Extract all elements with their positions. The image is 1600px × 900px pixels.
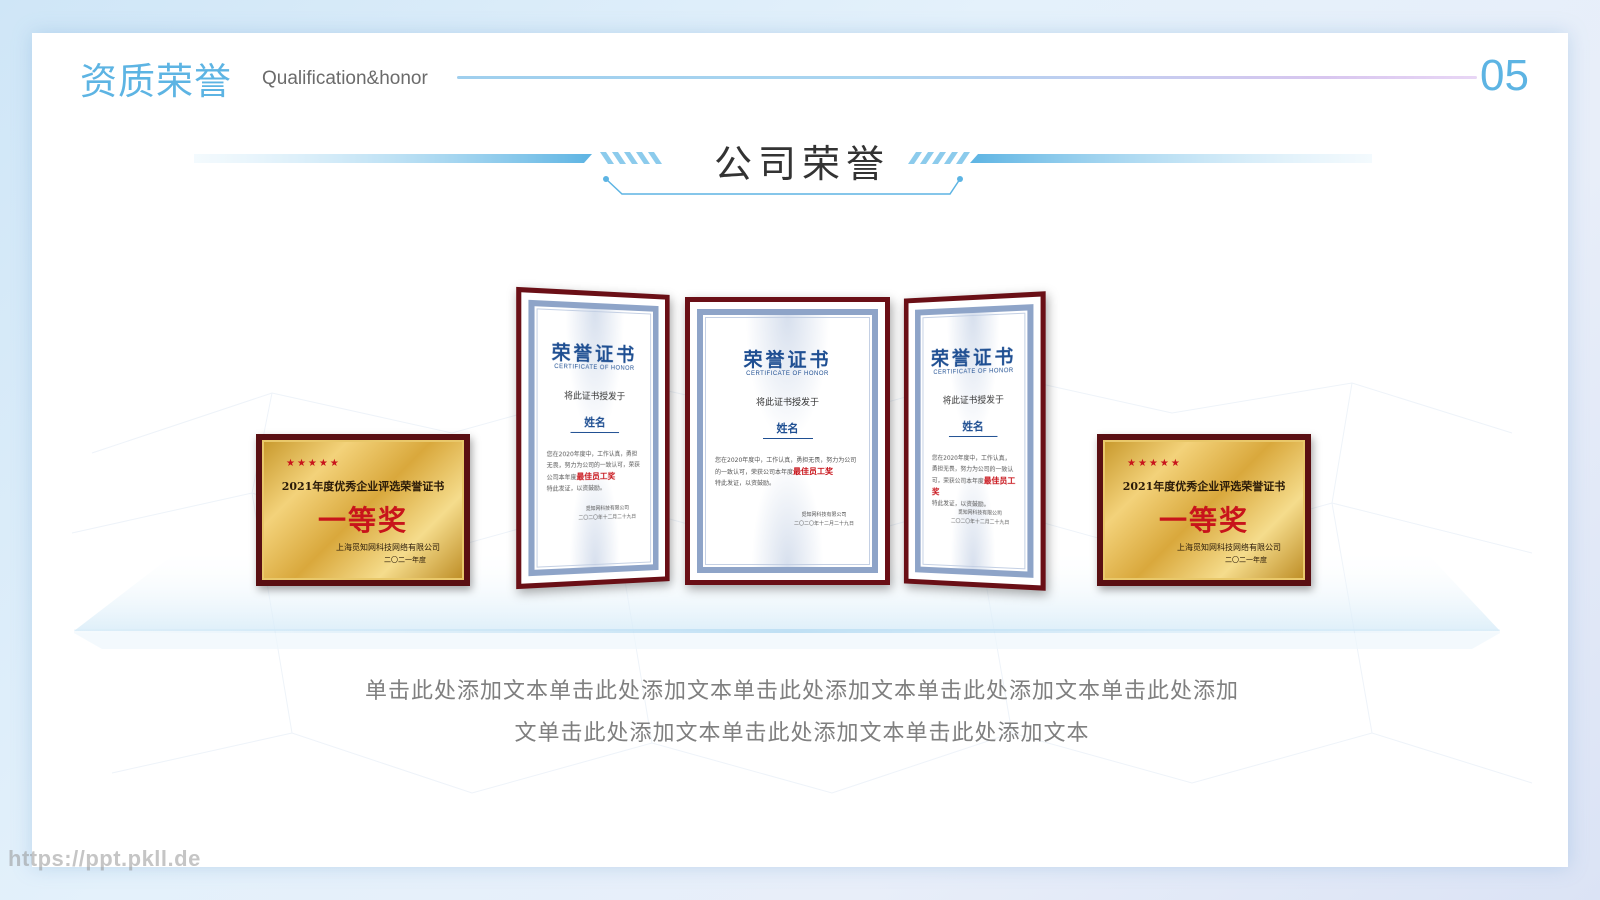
certificate-name: 姓名 (570, 413, 620, 434)
description-line-1: 单击此处添加文本单击此处添加文本单击此处添加文本单击此处添加文本单击此处添加 (364, 679, 1239, 704)
plaque-stars: ★★★★★ (286, 458, 341, 469)
certificate-name: 姓名 (948, 417, 998, 438)
award-plaque-left: ★★★★★ 2021年度优秀企业评选荣誉证书 一等奖 上海觅知网科技网络有限公司… (256, 434, 470, 586)
certificate-border: 荣誉证书 CERTIFICATE OF HONOR 将此证书授发于 姓名 您在2… (915, 304, 1034, 578)
certificate-body-end: 特此发证，以资鼓励。 (546, 484, 606, 493)
certificate-date: 二〇二〇年十二月二十九日 (578, 513, 637, 522)
plaque-year: 二〇二一年度 (1225, 556, 1267, 564)
certificate-subtitle: CERTIFICATE OF HONOR (746, 371, 829, 377)
honor-certificate-right: 荣誉证书 CERTIFICATE OF HONOR 将此证书授发于 姓名 您在2… (903, 291, 1046, 591)
certificate-highlight: 最佳员工奖 (793, 467, 834, 476)
plaque-title: 2021年度优秀企业评选荣誉证书 (281, 480, 445, 493)
certificate-signature: 觅知网科技有限公司 二〇二〇年十二月二十九日 (578, 504, 636, 523)
certificate-body: 您在2020年度中，工作认真，勇担无畏，努力为公司的一致认可，荣获公司本年度最佳… (547, 449, 642, 495)
certificate-body: 您在2020年度中，工作认真，勇担无畏，努力为公司的一致认可，荣获公司本年度最佳… (715, 455, 860, 489)
certificate-name: 姓名 (762, 420, 813, 439)
plaque-award: 一等奖 (317, 504, 408, 537)
award-plaque-right: ★★★★★ 2021年度优秀企业评选荣誉证书 一等奖 上海觅知网科技网络有限公司… (1097, 434, 1311, 586)
plaque-award: 一等奖 (1158, 504, 1249, 537)
certificate-signature: 觅知网科技有限公司二〇二〇年十二月二十九日 (794, 511, 854, 529)
certificate-title: 荣誉证书 (743, 349, 832, 371)
slide: 资质荣誉 Qualification&honor 05 公司荣誉 ★★★★★ 2… (32, 33, 1568, 867)
plaque-title: 2021年度优秀企业评选荣誉证书 (1122, 480, 1286, 493)
description-text[interactable]: 单击此处添加文本单击此处添加文本单击此处添加文本单击此处添加文本单击此处添加 文… (302, 671, 1302, 755)
certificate-issuer: 觅知网科技有限公司 (958, 509, 1002, 517)
honor-certificate-center: 荣誉证书 CERTIFICATE OF HONOR 将此证书授发于 姓名 您在2… (685, 297, 890, 585)
certificate-highlight: 最佳员工奖 (576, 471, 616, 482)
plaque-face: ★★★★★ 2021年度优秀企业评选荣誉证书 一等奖 上海觅知网科技网络有限公司… (262, 440, 464, 580)
watermark: https://ppt.pkll.de (8, 846, 201, 871)
certificate-body-end: 特此发证，以资鼓励。 (931, 500, 990, 509)
honor-certificate-left: 荣誉证书 CERTIFICATE OF HONOR 将此证书授发于 姓名 您在2… (516, 286, 670, 590)
plaque-stars: ★★★★★ (1127, 458, 1182, 469)
certificate-grant: 将此证书授发于 (755, 398, 819, 408)
stage-edge (74, 629, 1500, 633)
certificate-body: 您在2020年度中，工作认真，勇担无畏，努力为公司的一致认可，荣获公司本年度最佳… (932, 453, 1015, 511)
stage-front (74, 633, 1500, 649)
certificate-issuer: 觅知网科技有限公司 (801, 512, 847, 518)
plaque-company: 上海觅知网科技网络有限公司 (1177, 543, 1281, 552)
plaque-company: 上海觅知网科技网络有限公司 (336, 543, 440, 552)
certificate-body-text: 您在2020年度中，工作认真，勇担无畏，努力为公司的一致认可，荣获公司本年度 (715, 457, 857, 476)
certificate-title: 荣誉证书 (930, 345, 1017, 371)
certificate-body-end: 特此发证，以资鼓励。 (715, 480, 776, 487)
certificate-border: 荣誉证书 CERTIFICATE OF HONOR 将此证书授发于 姓名 您在2… (697, 309, 878, 573)
plaque-face: ★★★★★ 2021年度优秀企业评选荣誉证书 一等奖 上海觅知网科技网络有限公司… (1103, 440, 1305, 580)
certificate-issuer: 觅知网科技有限公司 (585, 505, 630, 513)
certificate-grant: 将此证书授发于 (942, 395, 1004, 407)
description-line-2: 文单击此处添加文本单击此处添加文本单击此处添加文本 (514, 721, 1090, 746)
certificate-border: 荣誉证书 CERTIFICATE OF HONOR 将此证书授发于 姓名 您在2… (528, 299, 659, 577)
plaque-year: 二〇二一年度 (384, 556, 426, 564)
certificate-date: 二〇二〇年十二月二十九日 (950, 518, 1010, 527)
certificate-date: 二〇二〇年十二月二十九日 (793, 521, 854, 527)
certificate-grant: 将此证书授发于 (564, 391, 626, 403)
certificate-signature: 觅知网科技有限公司 二〇二〇年十二月二十九日 (951, 508, 1010, 528)
